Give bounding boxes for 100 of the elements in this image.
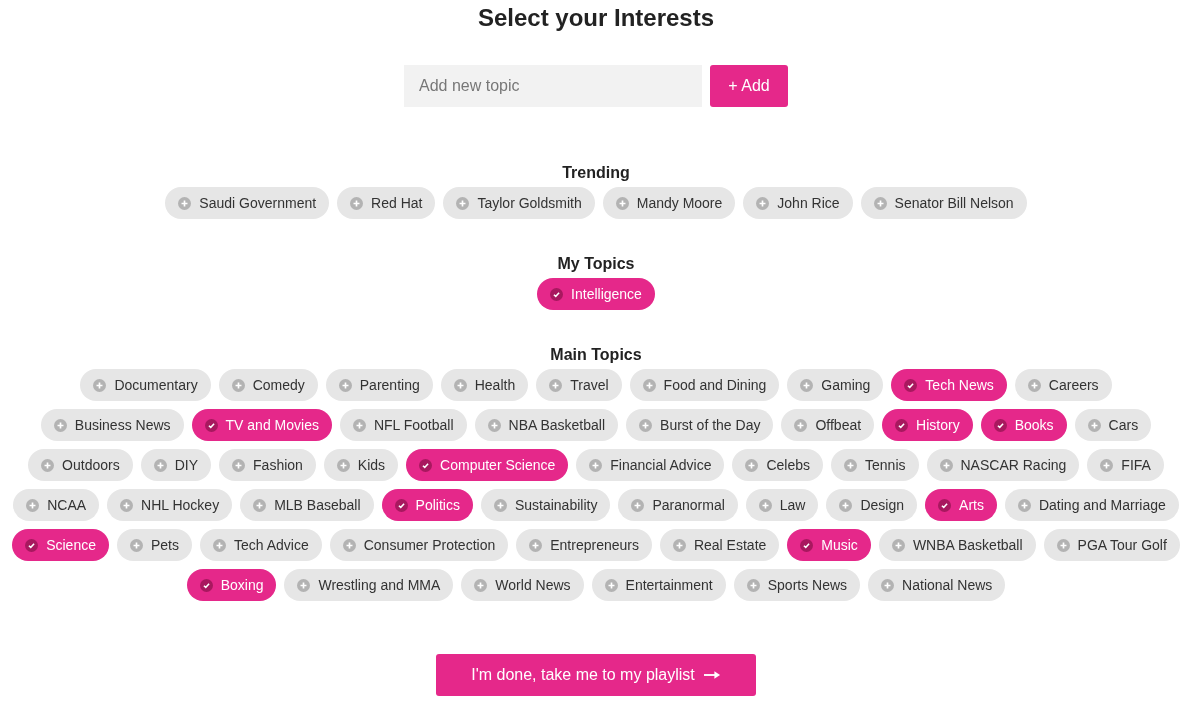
topic-chip[interactable]: Arts (925, 489, 997, 521)
plus-icon (1087, 418, 1101, 432)
plus-icon (342, 538, 356, 552)
topic-chip[interactable]: Burst of the Day (626, 409, 774, 441)
plus-icon (745, 458, 759, 472)
topic-chip[interactable]: WNBA Basketball (878, 529, 1036, 561)
plus-icon (129, 538, 143, 552)
page-title: Select your Interests (477, 4, 715, 32)
plus-icon (232, 458, 246, 472)
topic-chip[interactable]: Paranormal (618, 489, 738, 521)
topic-chip[interactable]: Sports News (733, 569, 861, 601)
plus-icon (839, 498, 853, 512)
topic-chip[interactable]: Dating and Marriage (1004, 489, 1179, 521)
topic-chip[interactable]: Saudi Government (165, 187, 330, 219)
check-icon (550, 287, 564, 301)
topic-chip[interactable]: Sustainability (480, 489, 611, 521)
topic-chip[interactable]: Health (440, 369, 529, 401)
check-icon (25, 538, 39, 552)
topic-chip[interactable]: Real Estate (659, 529, 780, 561)
topic-chip[interactable]: Comedy (218, 369, 318, 401)
plus-icon (93, 378, 107, 392)
topic-chip[interactable]: National News (868, 569, 1006, 601)
plus-icon (1056, 538, 1070, 552)
topic-chip[interactable]: DIY (140, 449, 212, 481)
plus-icon (642, 378, 656, 392)
topic-chip[interactable]: Celebs (732, 449, 824, 481)
topic-chip[interactable]: Parenting (325, 369, 433, 401)
topic-chip[interactable]: Travel (536, 369, 622, 401)
check-icon (419, 458, 433, 472)
topic-chip[interactable]: Offbeat (781, 409, 875, 441)
topic-chip[interactable]: TV and Movies (191, 409, 332, 441)
check-icon (204, 418, 218, 432)
topic-chip[interactable]: Pets (116, 529, 192, 561)
topic-chip[interactable]: Tech News (891, 369, 1007, 401)
topic-chip[interactable]: Design (826, 489, 918, 521)
topic-chip[interactable]: NASCAR Racing (926, 449, 1080, 481)
topic-chip[interactable]: Careers (1014, 369, 1112, 401)
arrow-right-icon (703, 670, 721, 680)
topic-chip[interactable]: Food and Dining (629, 369, 780, 401)
plus-icon (487, 418, 501, 432)
section-heading: Main Topics (550, 345, 642, 365)
check-icon (895, 418, 909, 432)
plus-icon (549, 378, 563, 392)
check-icon (993, 418, 1007, 432)
topic-chip[interactable]: Fashion (219, 449, 316, 481)
plus-icon (939, 458, 953, 472)
plus-icon (336, 458, 350, 472)
topic-chip[interactable]: Books (980, 409, 1067, 441)
topic-chip[interactable]: Senator Bill Nelson (860, 187, 1027, 219)
plus-icon (631, 498, 645, 512)
topic-chip[interactable]: Documentary (80, 369, 211, 401)
topic-chip[interactable]: John Rice (743, 187, 853, 219)
topic-chip[interactable]: NCAA (13, 489, 100, 521)
topic-chip[interactable]: Consumer Protection (329, 529, 509, 561)
topic-chip[interactable]: Tech Advice (200, 529, 322, 561)
topic-chip[interactable]: NFL Football (339, 409, 467, 441)
topic-chip[interactable]: Cars (1074, 409, 1152, 441)
topic-chip[interactable]: PGA Tour Golf (1043, 529, 1180, 561)
topic-chip[interactable]: World News (461, 569, 584, 601)
plus-icon (213, 538, 226, 552)
topic-chip[interactable]: Gaming (787, 369, 884, 401)
topic-chip[interactable]: Red Hat (337, 187, 436, 219)
topic-chip[interactable]: Music (787, 529, 871, 561)
plus-icon (26, 498, 40, 512)
topic-chip[interactable]: Business News (40, 409, 184, 441)
add-button[interactable]: + Add (710, 65, 788, 107)
done-button[interactable]: I'm done, take me to my playlist (436, 654, 756, 696)
plus-icon (746, 578, 760, 592)
topic-chip[interactable]: FIFA (1087, 449, 1164, 481)
plus-icon (493, 498, 507, 512)
plus-icon (178, 196, 192, 210)
topic-chip[interactable]: Science (12, 529, 109, 561)
topic-chip[interactable]: Entertainment (591, 569, 726, 601)
plus-icon (453, 378, 467, 392)
topic-chip[interactable]: NHL Hockey (107, 489, 233, 521)
plus-icon (891, 538, 905, 552)
plus-icon (253, 498, 267, 512)
topic-chip[interactable]: Computer Science (406, 449, 569, 481)
plus-icon (352, 418, 366, 432)
topic-chip[interactable]: Tennis (831, 449, 919, 481)
plus-icon (589, 458, 603, 472)
topic-chip[interactable]: Financial Advice (576, 449, 725, 481)
topic-chip[interactable]: NBA Basketball (474, 409, 619, 441)
topic-chip[interactable]: MLB Baseball (240, 489, 374, 521)
plus-icon (756, 196, 770, 210)
topic-chip[interactable]: History (882, 409, 973, 441)
topic-chip[interactable]: Mandy Moore (602, 187, 736, 219)
topic-chip[interactable]: Outdoors (28, 449, 133, 481)
topic-chip[interactable]: Boxing (186, 569, 277, 601)
topic-chip[interactable]: Entrepreneurs (516, 529, 652, 561)
topic-chip[interactable]: Taylor Goldsmith (443, 187, 595, 219)
topic-chip[interactable]: Kids (323, 449, 399, 481)
topic-input-field[interactable]: Add new topic (404, 65, 702, 107)
check-icon (199, 578, 213, 592)
plus-icon (529, 538, 543, 552)
topic-chip[interactable]: Politics (381, 489, 473, 521)
topic-chip[interactable]: Law (745, 489, 819, 521)
plus-icon (881, 578, 895, 592)
topic-chip[interactable]: Intelligence (537, 278, 655, 310)
topic-chip[interactable]: Wrestling and MMA (284, 569, 454, 601)
